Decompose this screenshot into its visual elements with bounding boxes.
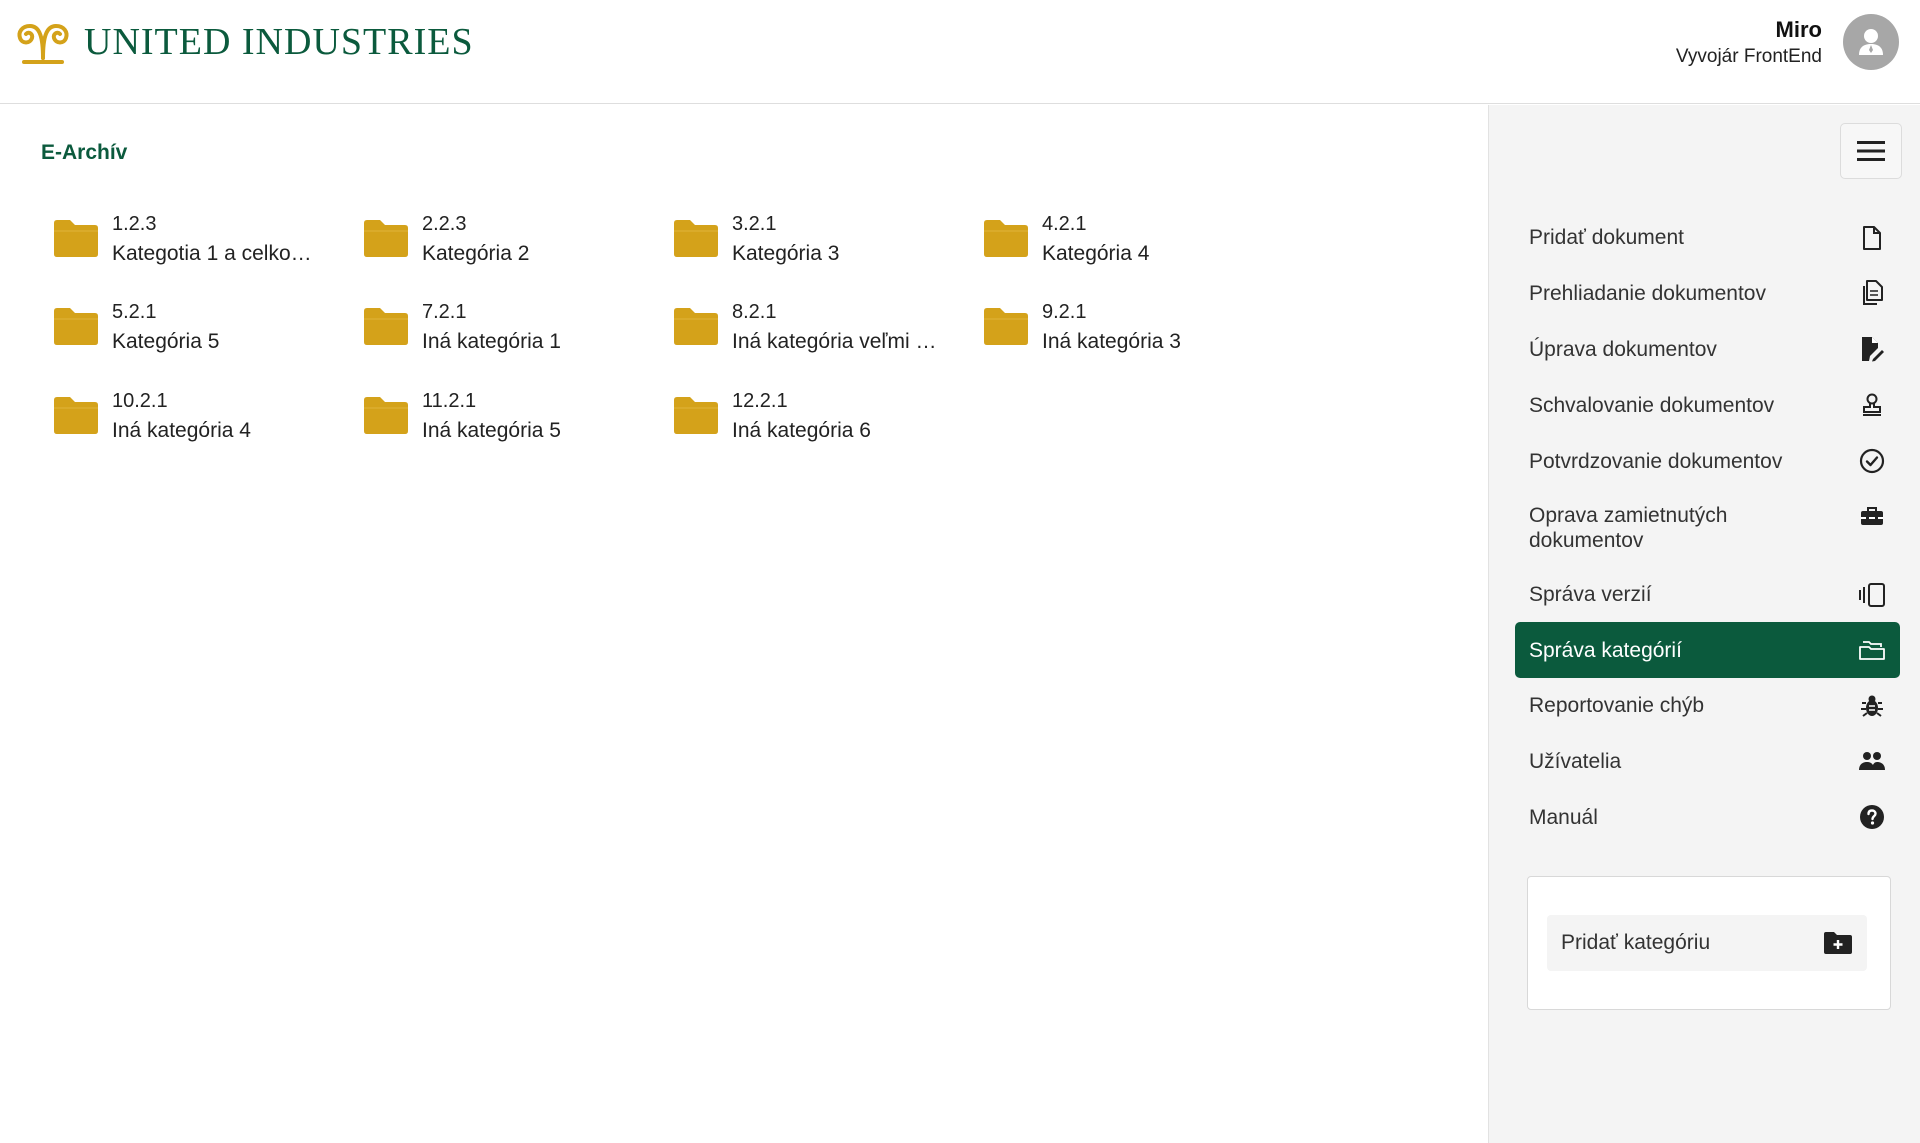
folder-name: Iná kategória 3 (1042, 330, 1181, 353)
sidebar-item-label: Potvrdzovanie dokumentov (1529, 449, 1783, 473)
sidebar-item-label: Správa verzií (1529, 583, 1652, 606)
sidebar-item-version-management[interactable]: Správa verzií (1515, 567, 1900, 622)
sidebar-item-label: Úprava dokumentov (1529, 337, 1717, 361)
sidebar-item-approve-documents[interactable]: Schvalovanie dokumentov (1515, 377, 1900, 433)
folder-name: Kategotia 1 a celko… (112, 242, 312, 265)
sidebar-item-label: Schvalovanie dokumentov (1529, 393, 1775, 417)
check-circle-icon (1858, 447, 1886, 475)
sidebar-item-label: Prehliadanie dokumentov (1529, 281, 1766, 305)
folder-icon (674, 308, 718, 345)
menu-toggle-button[interactable] (1840, 123, 1902, 179)
sidebar-item-fix-rejected-documents[interactable]: Oprava zamietnutých dokumentov (1515, 489, 1900, 567)
folder-code: 10.2.1 (112, 390, 168, 412)
folder-icon (364, 397, 408, 434)
sidebar-item-label: Manuál (1529, 805, 1598, 829)
folder-icon (984, 308, 1028, 345)
add-category-label: Pridať kategóriu (1561, 931, 1711, 954)
sidebar: Pridať dokument Prehliadanie dokumentov … (1488, 105, 1920, 1143)
folder-code: 9.2.1 (1042, 301, 1087, 323)
folder-name: Iná kategória 5 (422, 419, 561, 442)
folder-name: Kategória 2 (422, 242, 530, 265)
folder-name: Iná kategória veľmi … (732, 330, 937, 353)
folder-code: 2.2.3 (422, 213, 467, 235)
folder-item[interactable]: 1.2.3 Kategotia 1 a celko… (52, 209, 347, 279)
folder-name: Iná kategória 4 (112, 419, 251, 442)
sidebar-item-add-document[interactable]: Pridať dokument (1515, 210, 1900, 265)
avatar[interactable] (1843, 14, 1899, 70)
sidebar-item-browse-documents[interactable]: Prehliadanie dokumentov (1515, 265, 1900, 321)
folder-item[interactable]: 10.2.1 Iná kategória 4 (52, 386, 347, 456)
user-role: Vyvojár FrontEnd (1675, 46, 1822, 67)
users-icon (1858, 747, 1886, 775)
folder-name: Iná kategória 1 (422, 330, 561, 353)
folder-item[interactable]: 4.2.1 Kategória 4 (982, 209, 1277, 279)
folder-name: Kategória 3 (732, 242, 840, 265)
folder-icon (54, 397, 98, 434)
bug-icon (1858, 692, 1886, 720)
folder-name: Kategória 5 (112, 330, 220, 353)
brand-name: UNITED INDUSTRIES (84, 21, 474, 63)
page-title: E-Archív (41, 141, 128, 164)
folder-code: 1.2.3 (112, 213, 157, 235)
folder-code: 7.2.1 (422, 301, 467, 323)
folder-item[interactable]: 7.2.1 Iná kategória 1 (362, 297, 657, 367)
sidebar-item-confirm-documents[interactable]: Potvrdzovanie dokumentov (1515, 433, 1900, 489)
folder-code: 8.2.1 (732, 301, 777, 323)
folder-icon (364, 220, 408, 257)
file-icon (1858, 224, 1886, 252)
folder-icon (54, 220, 98, 257)
folder-item[interactable]: 3.2.1 Kategória 3 (672, 209, 967, 279)
user-info[interactable]: Miro Vyvojár FrontEnd (1676, 16, 1822, 70)
folder-name: Iná kategória 6 (732, 419, 871, 442)
sidebar-item-label: Pridať dokument (1529, 226, 1684, 249)
sidebar-item-manual[interactable]: Manuál (1515, 789, 1900, 845)
folder-plus-icon (1824, 932, 1852, 954)
folder-icon (984, 220, 1028, 257)
file-edit-icon (1858, 335, 1886, 363)
add-category-panel: Pridať kategóriu (1527, 876, 1891, 1010)
files-icon (1858, 279, 1886, 307)
folder-icon (364, 308, 408, 345)
folder-name: Kategória 4 (1042, 242, 1150, 265)
sidebar-item-label: Reportovanie chýb (1529, 694, 1705, 717)
main-content: E-Archív 1.2.3 Kategotia 1 a celko… 2.2.3… (0, 105, 1488, 1143)
help-circle-icon (1858, 803, 1886, 831)
sidebar-item-bug-reporting[interactable]: Reportovanie chýb (1515, 678, 1900, 733)
folder-item[interactable]: 5.2.1 Kategória 5 (52, 297, 347, 367)
folder-code: 11.2.1 (422, 390, 477, 412)
folder-item[interactable]: 9.2.1 Iná kategória 3 (982, 297, 1277, 367)
sidebar-item-edit-documents[interactable]: Úprava dokumentov (1515, 321, 1900, 377)
folder-item[interactable]: 8.2.1 Iná kategória veľmi … (672, 297, 967, 367)
folder-code: 12.2.1 (732, 390, 788, 412)
toolbox-icon (1858, 503, 1886, 531)
folder-item[interactable]: 2.2.3 Kategória 2 (362, 209, 657, 279)
sidebar-item-label: Oprava zamietnutých dokumentov (1529, 504, 1728, 552)
sidebar-item-label: Užívatelia (1529, 749, 1622, 773)
sidebar-item-users[interactable]: Užívatelia (1515, 733, 1900, 789)
folder-item[interactable]: 11.2.1 Iná kategória 5 (362, 386, 657, 456)
hamburger-icon (1857, 141, 1885, 161)
user-name: Miro (1775, 17, 1822, 42)
folders-icon (1858, 636, 1886, 664)
top-header: UNITED INDUSTRIES Miro Vyvojár FrontEnd (0, 0, 1920, 104)
folder-icon (674, 397, 718, 434)
stamp-icon (1858, 391, 1886, 419)
user-icon (1859, 29, 1883, 55)
folder-icon (54, 308, 98, 345)
folder-icon (674, 220, 718, 257)
sidebar-item-label: Správa kategórií (1529, 638, 1682, 662)
folder-code: 3.2.1 (732, 213, 777, 235)
brand-logo[interactable]: UNITED INDUSTRIES (14, 18, 474, 66)
sidebar-item-category-management[interactable]: Správa kategórií (1515, 622, 1900, 678)
folder-item[interactable]: 12.2.1 Iná kategória 6 (672, 386, 967, 456)
folder-code: 4.2.1 (1042, 213, 1087, 235)
ram-horns-logo-icon (17, 23, 69, 64)
folder-code: 5.2.1 (112, 301, 157, 323)
add-category-button[interactable]: Pridať kategóriu (1547, 915, 1867, 971)
versions-icon (1858, 581, 1886, 609)
